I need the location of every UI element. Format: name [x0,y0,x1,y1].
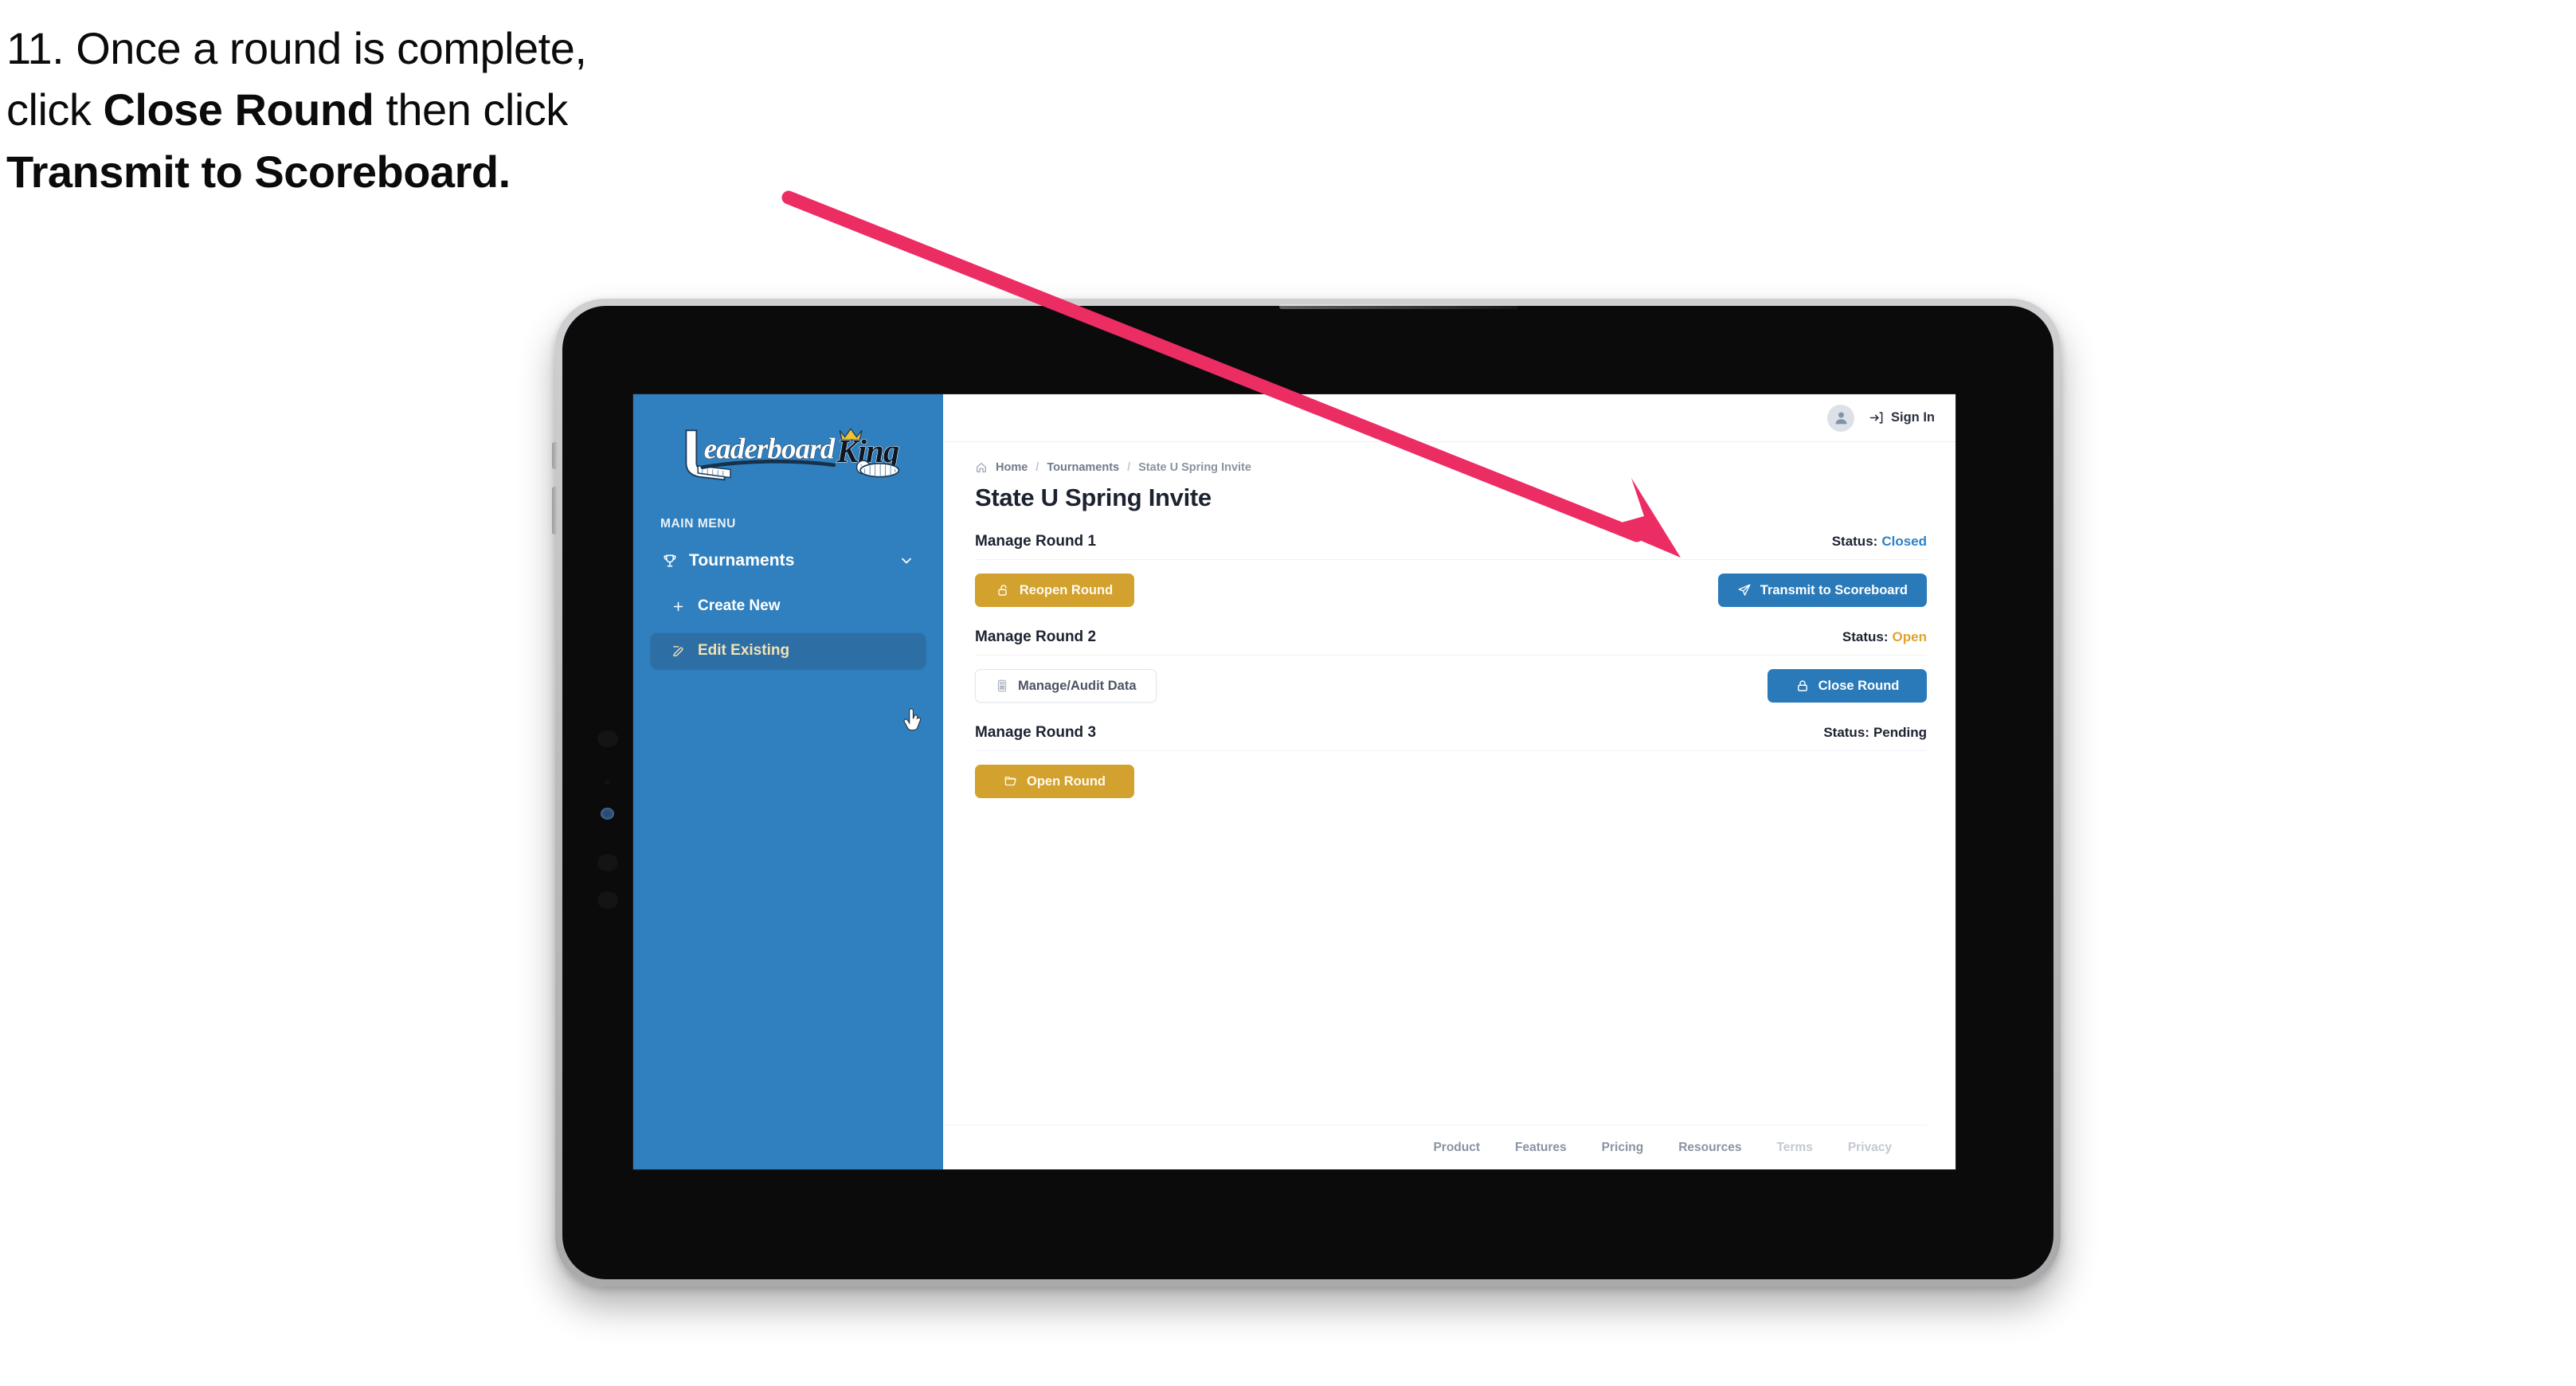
round-header: Manage Round 1 Status: Closed [975,533,1927,560]
manage-audit-data-button[interactable]: Manage/Audit Data [975,669,1157,703]
plus-icon [671,600,685,613]
breadcrumb-item-current: State U Spring Invite [1138,461,1251,474]
caption-line-2-pre: click [6,84,104,135]
edit-pencil-icon [671,644,685,658]
user-avatar-icon[interactable] [1827,404,1854,432]
button-label: Reopen Round [1019,582,1114,597]
tablet-power-button[interactable] [552,487,558,534]
reopen-round-button[interactable]: Reopen Round [975,574,1134,607]
sidebar-item-tournaments[interactable]: Tournaments [651,542,926,579]
footer-link-product[interactable]: Product [1433,1141,1480,1155]
lock-icon [1795,679,1810,693]
breadcrumb-item-tournaments[interactable]: Tournaments [1047,461,1119,474]
send-plane-icon [1737,583,1752,597]
breadcrumb-separator: / [1035,461,1039,474]
button-label: Open Round [1027,773,1106,789]
mouse-cursor-pointer [903,708,922,731]
round-actions: Manage/Audit Data Close Round [975,668,1927,703]
breadcrumb-item-home[interactable]: Home [996,461,1028,474]
footer-links: Product Features Pricing Resources Terms… [943,1125,1927,1169]
tablet-camera-dot [597,730,618,747]
screenshot-stage: 11. Once a round is complete, click Clos… [0,0,2576,1386]
caption-line-2: click Close Round then click [6,79,867,140]
sidebar-item-label: Create New [698,597,781,614]
round-title: Manage Round 3 [975,724,1097,741]
caption-line-2-bold: Close Round [103,84,374,135]
sign-in-arrow-icon [1869,410,1884,425]
sidebar: eaderboard King MAIN MENU Tournaments Cr… [633,394,943,1169]
round-status: Status: Open [1842,629,1927,645]
status-badge: Closed [1881,534,1927,549]
tablet-camera-dot-3 [597,891,618,909]
footer-link-resources[interactable]: Resources [1678,1141,1741,1155]
content-area: Home / Tournaments / State U Spring Invi… [943,442,1955,1125]
sidebar-item-label: Edit Existing [698,642,790,659]
open-round-button[interactable]: Open Round [975,765,1134,798]
button-label: Transmit to Scoreboard [1760,582,1908,597]
footer-link-privacy[interactable]: Privacy [1848,1141,1892,1155]
round-status: Status: Pending [1823,725,1927,741]
footer-link-features[interactable]: Features [1515,1141,1567,1155]
sidebar-section-label: MAIN MENU [660,517,736,531]
tablet-volume-button[interactable] [552,442,558,469]
breadcrumb: Home / Tournaments / State U Spring Invi… [975,461,1927,474]
status-badge: Pending [1873,725,1927,740]
round-actions: Open Round [975,764,1927,799]
folder-open-icon [1004,774,1018,789]
sidebar-item-edit-existing[interactable]: Edit Existing [651,633,926,668]
app-viewport: eaderboard King MAIN MENU Tournaments Cr… [633,394,1955,1169]
round-actions: Reopen Round Transmit to Scoreboard [975,573,1927,608]
home-icon[interactable] [975,461,988,474]
tablet-camera-dot-2 [597,854,618,871]
tablet-top-speaker [1279,304,1518,309]
app-logo[interactable]: eaderboard King [633,409,943,488]
footer-link-terms[interactable]: Terms [1776,1141,1812,1155]
round-section-3: Manage Round 3 Status: Pending Open Roun… [975,724,1927,799]
status-label: Status: [1842,629,1889,644]
round-title: Manage Round 2 [975,628,1097,645]
round-3-right-placeholder [1768,765,1927,798]
round-title: Manage Round 1 [975,533,1097,550]
sidebar-item-create-new[interactable]: Create New [651,589,926,624]
button-label: Manage/Audit Data [1018,678,1137,693]
breadcrumb-separator-2: / [1127,461,1131,474]
status-label: Status: [1823,725,1869,740]
caption-line-3: Transmit to Scoreboard. [6,146,511,197]
chevron-down-icon[interactable] [898,553,914,569]
calculator-icon [995,679,1009,693]
sign-in-label: Sign In [1891,410,1935,425]
status-badge: Open [1892,629,1927,644]
trophy-icon [662,553,678,569]
tablet-sensor-dot [605,780,610,785]
top-bar: Sign In [943,394,1955,442]
unlock-icon [996,583,1011,597]
round-section-1: Manage Round 1 Status: Closed Reopen Rou… [975,533,1927,608]
caption-line-2-post: then click [374,84,568,135]
round-status: Status: Closed [1832,534,1927,550]
round-section-2: Manage Round 2 Status: Open Manage/Audit… [975,628,1927,703]
leaderboard-king-logo-icon: eaderboard King [684,428,900,481]
button-label: Close Round [1818,678,1900,693]
instruction-caption: 11. Once a round is complete, click Clos… [6,18,867,202]
sidebar-item-label: Tournaments [689,551,795,570]
round-header: Manage Round 3 Status: Pending [975,724,1927,751]
caption-line-1: 11. Once a round is complete, [6,23,587,73]
sign-in-button[interactable]: Sign In [1869,410,1935,425]
footer-link-pricing[interactable]: Pricing [1602,1141,1644,1155]
transmit-to-scoreboard-button[interactable]: Transmit to Scoreboard [1717,574,1927,607]
main-content: Sign In Home / Tournaments / State U Spr… [943,394,1955,1169]
page-title: State U Spring Invite [975,484,1212,511]
round-header: Manage Round 2 Status: Open [975,628,1927,656]
tablet-indicator-led [601,808,614,820]
close-round-button[interactable]: Close Round [1768,669,1927,703]
status-label: Status: [1831,534,1878,549]
